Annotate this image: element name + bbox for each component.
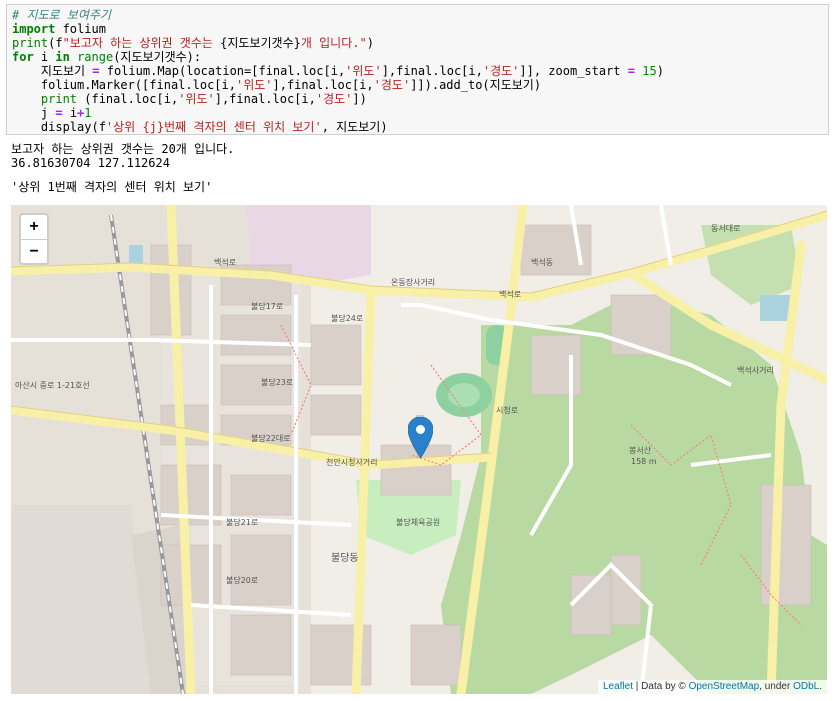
code-line-8: j = i+1	[12, 106, 92, 120]
code-string: '위도'	[345, 64, 382, 78]
map-label: 백석동	[531, 258, 554, 267]
map-label: 백석로	[214, 258, 237, 267]
osm-link[interactable]: OpenStreetMap	[689, 681, 760, 692]
code-builtin: print	[40, 92, 78, 106]
code-text: folium	[55, 22, 106, 36]
code-text: 지도보기	[12, 64, 93, 78]
code-line-9: display(f'상위 {j}번째 격자의 센터 위치 보기', 지도보기)	[12, 120, 388, 134]
leaflet-map[interactable]: 백석로 백석로 불당17로 불당24로 불당23로 불당22대로 불당21로 불…	[11, 205, 827, 694]
map-label: 불당22대로	[251, 434, 291, 443]
map-label: 158 m	[631, 457, 657, 466]
code-string: '상위 {j}번째 격자의 센터 위치 보기'	[105, 120, 322, 134]
code-builtin: print	[12, 36, 49, 50]
code-string: '경도'	[482, 64, 520, 78]
code-operator: =	[627, 64, 635, 78]
code-text: )	[656, 64, 664, 78]
code-string: '경도'	[315, 92, 353, 106]
code-text: i	[33, 50, 56, 64]
code-text: ],final.loc[i,	[214, 92, 316, 106]
map-label: 불당동	[331, 553, 359, 564]
code-text: ])	[352, 92, 367, 106]
leaflet-link[interactable]: Leaflet	[603, 681, 633, 692]
map-label: 불당21로	[226, 518, 259, 527]
code-operator: =	[55, 106, 63, 120]
code-line-1: # 지도로 보여주기	[12, 8, 111, 22]
code-text: display(f	[12, 120, 106, 134]
output-line-3: '상위 1번째 격자의 센터 위치 보기'	[11, 180, 213, 194]
map-label: 백석사거리	[737, 366, 774, 375]
map-label: 시청로	[496, 406, 519, 415]
zoom-in-button[interactable]: +	[21, 215, 47, 240]
attribution-text: | Data by ©	[633, 681, 689, 692]
code-line-3: print(f"보고자 하는 상위권 갯수는 {지도보기갯수}개 입니다.")	[12, 36, 374, 50]
code-number: 1	[84, 106, 92, 120]
code-string: '위도'	[235, 78, 273, 92]
code-keyword: in	[55, 50, 70, 64]
code-operator: =	[92, 64, 100, 78]
code-line-6: folium.Marker([final.loc[i,'위도'],final.l…	[12, 78, 541, 92]
attribution-text: , under	[759, 681, 794, 692]
code-comment: # 지도로 보여주기	[12, 8, 111, 22]
map-marker[interactable]	[408, 417, 433, 458]
map-label: 불당20로	[226, 576, 259, 585]
code-text: (f	[48, 36, 63, 50]
code-text: ],final.loc[i,	[272, 78, 374, 92]
code-string: '경도'	[373, 78, 411, 92]
code-text: i	[62, 106, 78, 120]
output-line-1: 보고자 하는 상위권 갯수는 20개 입니다.	[11, 142, 235, 156]
map-label: 불당17로	[251, 302, 284, 311]
water	[760, 295, 790, 321]
code-keyword: for	[12, 50, 34, 64]
map-label: 아산시 중로 1-21호선	[15, 381, 90, 390]
code-text: , 지도보기)	[321, 120, 388, 134]
code-cell[interactable]: # 지도로 보여주기 import folium print(f"보고자 하는 …	[6, 4, 829, 135]
code-keyword: import	[12, 22, 56, 36]
map-label: 불당체육공원	[396, 518, 441, 527]
map-label: 온동장사거리	[391, 278, 436, 287]
map-label: 동서대로	[711, 224, 741, 233]
code-number: 15	[642, 64, 657, 78]
code-line-2: import folium	[12, 22, 106, 36]
map-label: 백석로	[499, 290, 522, 299]
code-line-5: 지도보기 = folium.Map(location=[final.loc[i,…	[12, 64, 664, 78]
code-text: ]]).add_to(지도보기)	[410, 78, 542, 92]
code-text: ]], zoom_start	[519, 64, 628, 78]
code-line-4: for i in range(지도보기갯수):	[12, 50, 201, 64]
code-line-7: print (final.loc[i,'위도'],final.loc[i,'경도…	[12, 92, 367, 106]
map-label: 천안시청사거리	[326, 458, 378, 467]
code-string: "보고자 하는 상위권 갯수는	[62, 36, 221, 50]
zoom-control: + −	[19, 213, 49, 265]
code-text: ],final.loc[i,	[381, 64, 483, 78]
code-text: {지도보기갯수}	[220, 36, 301, 50]
attribution-text: .	[819, 681, 822, 692]
code-text: j	[12, 106, 56, 120]
zoom-out-button[interactable]: −	[21, 240, 47, 264]
output-line-2: 36.81630704 127.112624	[11, 156, 170, 170]
map-label: 봉서산	[629, 446, 652, 455]
code-text: (지도보기갯수):	[113, 50, 202, 64]
map-label: 불당24로	[331, 314, 364, 323]
map-attribution: Leaflet | Data by © OpenStreetMap, under…	[597, 680, 827, 694]
code-text: folium.Marker([final.loc[i,	[12, 78, 236, 92]
code-text: (final.loc[i,	[77, 92, 179, 106]
code-text: folium.Map(location=[final.loc[i,	[99, 64, 346, 78]
industrial-area	[11, 505, 151, 694]
code-string: 개 입니다."	[300, 36, 367, 50]
code-builtin: range	[77, 50, 114, 64]
odbl-link[interactable]: ODbL	[793, 681, 819, 692]
code-text: )	[366, 36, 374, 50]
code-string: '위도'	[178, 92, 215, 106]
map-label: 불당23로	[261, 378, 294, 387]
